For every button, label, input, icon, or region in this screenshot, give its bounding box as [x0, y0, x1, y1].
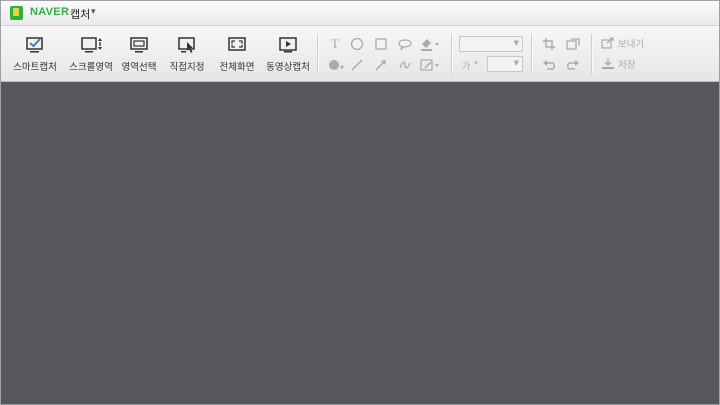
- rectangle-icon: [375, 38, 387, 50]
- send-label: 보내기: [618, 39, 645, 50]
- rectangle-tool[interactable]: [373, 36, 389, 52]
- circle-tool[interactable]: [349, 36, 365, 52]
- toolbar-separator: [317, 34, 318, 74]
- manual-capture-button[interactable]: 직접지정: [165, 26, 209, 81]
- smart-capture-button[interactable]: 스마트캡처: [11, 26, 59, 81]
- undo-button[interactable]: [541, 57, 557, 73]
- edit-icon: [420, 59, 439, 71]
- scroll-capture-button[interactable]: 스크롤영역: [65, 26, 117, 81]
- video-capture-icon: [279, 37, 297, 53]
- toolbar-separator: [451, 34, 452, 74]
- region-capture-label: 영역선택: [121, 62, 157, 73]
- font-combo-caret-icon: ▼: [513, 39, 519, 47]
- speech-bubble-icon: [398, 39, 412, 51]
- crop-tool[interactable]: [541, 36, 557, 52]
- app-title: 캡처: [70, 8, 91, 21]
- send-button[interactable]: 보내기: [601, 36, 644, 50]
- font-combo[interactable]: ▼: [459, 36, 523, 52]
- video-capture-label: 동영상캡처: [266, 62, 310, 73]
- resize-tool[interactable]: [565, 36, 581, 52]
- title-bar: NAVER 캡처 ▾: [1, 1, 719, 26]
- fill-icon: [421, 39, 439, 51]
- toolbar-separator: [531, 34, 532, 74]
- freehand-tool[interactable]: [397, 57, 413, 73]
- size-combo[interactable]: ▼: [487, 56, 523, 72]
- manual-capture-label: 직접지정: [169, 62, 205, 73]
- fullscreen-capture-button[interactable]: 전체화면: [215, 26, 259, 81]
- scroll-capture-label: 스크롤영역: [69, 62, 113, 73]
- line-icon: [351, 59, 363, 71]
- redo-button[interactable]: [565, 57, 581, 73]
- app-window: NAVER 캡처 ▾ 스마트캡처 스크롤영역 영역선택 직접지정 전체화면 동영…: [0, 0, 720, 405]
- brand-name: NAVER: [30, 6, 70, 18]
- text-tool[interactable]: T: [327, 36, 343, 52]
- scroll-capture-icon: [81, 37, 102, 53]
- arrow-icon: [375, 60, 386, 71]
- circle-icon: [350, 37, 364, 51]
- fill-tool[interactable]: [419, 36, 441, 52]
- toolbar-separator: [591, 34, 592, 74]
- undo-icon: [543, 60, 555, 70]
- save-label: 저장: [618, 60, 636, 71]
- toolbar: 스마트캡처 스크롤영역 영역선택 직접지정 전체화면 동영상캡처 T ▼ 가 ▾…: [1, 26, 719, 82]
- text-icon: T: [331, 36, 339, 51]
- fullscreen-capture-icon: [228, 37, 246, 51]
- video-capture-button[interactable]: 동영상캡처: [263, 26, 313, 81]
- resize-icon: [566, 38, 580, 50]
- region-capture-button[interactable]: 영역선택: [117, 26, 161, 81]
- dot-tool[interactable]: [327, 57, 345, 73]
- smart-capture-icon: [26, 37, 43, 53]
- share-icon: [601, 37, 614, 49]
- naver-capture-logo-icon: [10, 6, 23, 20]
- redo-icon: [567, 60, 579, 70]
- size-combo-caret-icon: ▼: [513, 59, 519, 67]
- crop-icon: [543, 38, 555, 50]
- font-size-caret-icon[interactable]: ▾: [474, 59, 478, 67]
- font-size-label: 가: [462, 62, 471, 72]
- download-icon: [602, 58, 614, 69]
- dot-icon: [329, 60, 344, 70]
- save-button[interactable]: 저장: [601, 57, 636, 71]
- arrow-tool[interactable]: [373, 57, 389, 73]
- edit-tool[interactable]: [419, 57, 441, 73]
- freehand-icon: [399, 61, 411, 69]
- speech-bubble-tool[interactable]: [397, 36, 413, 52]
- line-tool[interactable]: [349, 57, 365, 73]
- title-menu-arrow-icon[interactable]: ▾: [91, 7, 96, 17]
- manual-capture-icon: [178, 37, 195, 53]
- capture-canvas[interactable]: [1, 82, 719, 404]
- region-capture-icon: [130, 37, 148, 53]
- fullscreen-capture-label: 전체화면: [219, 62, 255, 73]
- smart-capture-label: 스마트캡처: [13, 62, 57, 73]
